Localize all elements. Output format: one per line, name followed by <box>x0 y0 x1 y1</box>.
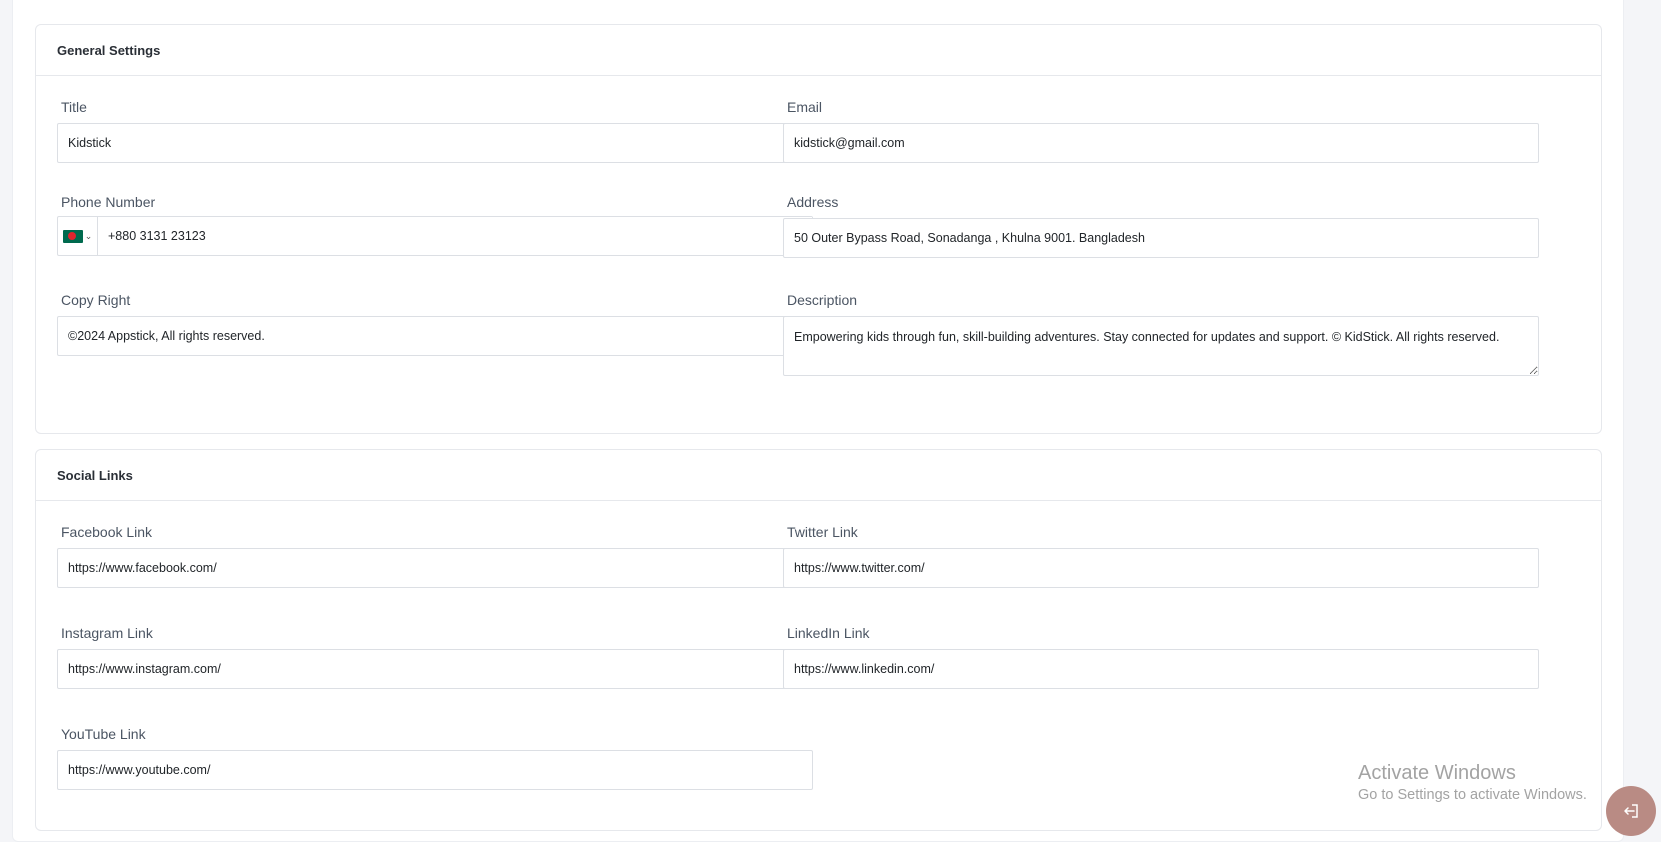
email-field: Email <box>783 99 1539 163</box>
social-links-title: Social Links <box>57 467 133 483</box>
phone-label: Phone Number <box>61 194 156 210</box>
chevron-down-icon: ⌄ <box>84 230 93 241</box>
facebook-input[interactable] <box>57 548 813 588</box>
facebook-field: Facebook Link <box>57 524 813 588</box>
instagram-label: Instagram Link <box>61 625 153 641</box>
instagram-field: Instagram Link <box>57 625 813 689</box>
description-label: Description <box>787 292 858 308</box>
linkedin-input[interactable] <box>783 649 1539 689</box>
twitter-input[interactable] <box>783 548 1539 588</box>
phone-input[interactable] <box>98 217 812 255</box>
facebook-label: Facebook Link <box>61 524 153 540</box>
country-code-select[interactable]: ⌄ <box>58 217 98 255</box>
twitter-field: Twitter Link <box>783 524 1539 588</box>
title-input[interactable] <box>57 123 813 163</box>
title-field: Title <box>57 99 813 163</box>
general-settings-header: General Settings <box>36 25 1601 76</box>
email-label: Email <box>787 99 823 115</box>
youtube-input[interactable] <box>57 750 813 790</box>
address-input[interactable] <box>783 218 1539 258</box>
twitter-label: Twitter Link <box>787 524 858 540</box>
copyright-label: Copy Right <box>61 292 131 308</box>
general-settings-card: General Settings Title Email Phone Numbe… <box>35 24 1602 434</box>
address-field: Address <box>783 194 1539 258</box>
phone-field: Phone Number ⌄ <box>57 194 813 256</box>
youtube-label: YouTube Link <box>61 726 146 742</box>
bd-flag-icon <box>62 229 83 243</box>
phone-input-group: ⌄ <box>57 216 813 256</box>
general-settings-title: General Settings <box>57 42 161 58</box>
address-label: Address <box>787 194 839 210</box>
copyright-field: Copy Right <box>57 292 813 356</box>
title-label: Title <box>61 99 87 115</box>
email-input[interactable] <box>783 123 1539 163</box>
copyright-input[interactable] <box>57 316 813 356</box>
youtube-field: YouTube Link <box>57 726 813 790</box>
social-links-header: Social Links <box>36 450 1601 501</box>
linkedin-label: LinkedIn Link <box>787 625 870 641</box>
activate-windows-watermark: Activate Windows Go to Settings to activ… <box>1358 761 1587 805</box>
logout-icon <box>1624 804 1638 818</box>
watermark-title: Activate Windows <box>1358 762 1516 784</box>
settings-page: General Settings Title Email Phone Numbe… <box>12 0 1624 842</box>
linkedin-field: LinkedIn Link <box>783 625 1539 689</box>
description-field: Description Empowering kids through fun,… <box>783 292 1539 376</box>
description-textarea[interactable]: Empowering kids through fun, skill-build… <box>783 316 1539 376</box>
watermark-subtitle: Go to Settings to activate Windows. <box>1358 787 1587 803</box>
instagram-input[interactable] <box>57 649 813 689</box>
logout-button[interactable] <box>1606 786 1656 836</box>
